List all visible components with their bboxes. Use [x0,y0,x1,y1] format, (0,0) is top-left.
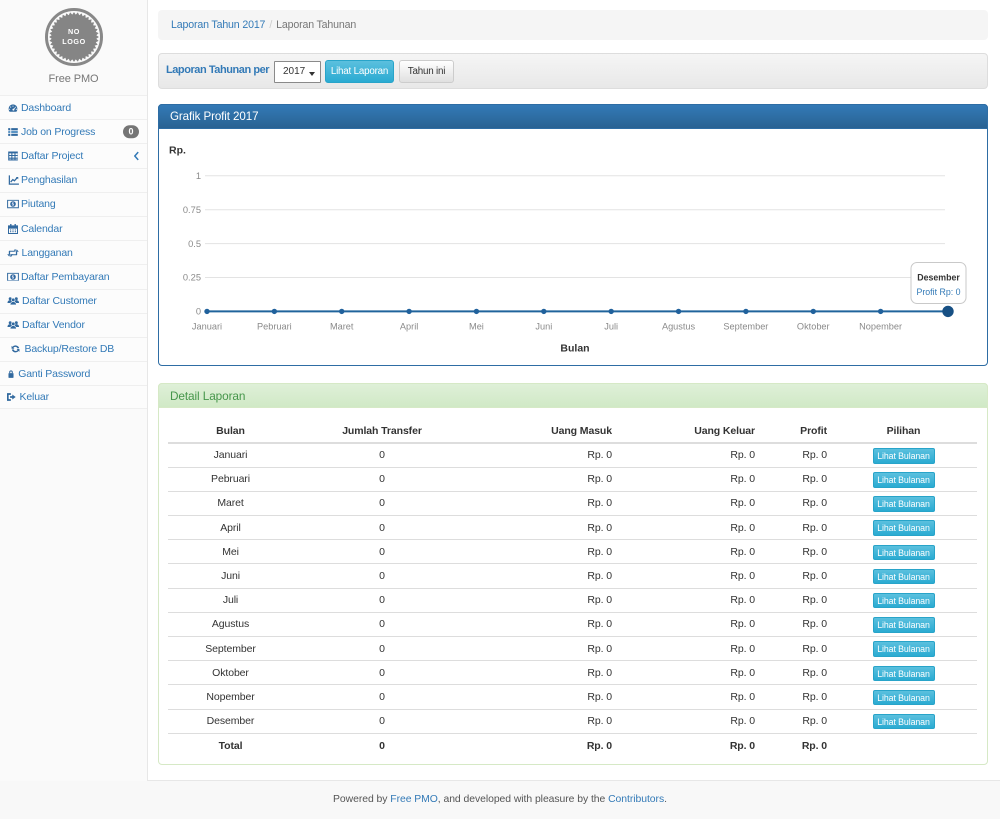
svg-text:Desember: Desember [917,273,960,283]
svg-text:0.75: 0.75 [183,205,201,215]
svg-text:April: April [400,322,418,332]
svg-text:Rp.: Rp. [169,145,186,157]
svg-text:Oktober: Oktober [797,322,830,332]
svg-text:Pebruari: Pebruari [257,322,292,332]
svg-text:September: September [723,322,768,332]
svg-text:0: 0 [196,307,201,317]
svg-text:Agustus: Agustus [662,322,696,332]
svg-text:Januari: Januari [192,322,222,332]
svg-text:1: 1 [196,171,201,181]
svg-text:Nopember: Nopember [859,322,902,332]
svg-text:NO: NO [68,27,80,36]
svg-text:Profit Rp: 0: Profit Rp: 0 [916,287,960,297]
svg-text:0.25: 0.25 [183,273,201,283]
svg-text:LOGO: LOGO [62,37,86,46]
svg-text:Juni: Juni [535,322,552,332]
svg-text:0.5: 0.5 [188,239,201,249]
svg-text:Mei: Mei [469,322,484,332]
svg-text:Bulan: Bulan [560,343,589,355]
svg-text:Maret: Maret [330,322,354,332]
svg-text:Juli: Juli [604,322,618,332]
